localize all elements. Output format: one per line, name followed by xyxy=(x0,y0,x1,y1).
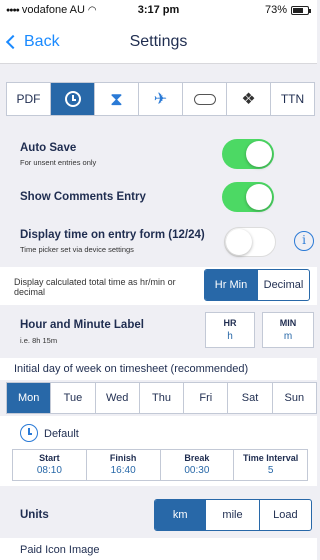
auto-save-sub: For unsent entries only xyxy=(20,158,97,167)
option-km[interactable]: km xyxy=(155,500,207,530)
min-head: MIN xyxy=(279,318,297,328)
units-segmented: km mile Load xyxy=(154,499,312,531)
units-label: Units xyxy=(20,509,49,521)
hr-value: h xyxy=(227,331,233,342)
info-icon[interactable]: i xyxy=(294,231,314,251)
day-fri[interactable]: Fri xyxy=(184,383,229,413)
show-comments-toggle[interactable] xyxy=(222,182,274,212)
battery-fill xyxy=(293,7,303,13)
display-time-toggle[interactable] xyxy=(224,227,276,257)
clock-icon xyxy=(20,424,38,442)
battery-info: 73% xyxy=(264,4,311,16)
calc-total-label: Display calculated total time as hr/min … xyxy=(14,277,176,297)
day-wed[interactable]: Wed xyxy=(96,383,140,413)
day-mon[interactable]: Mon xyxy=(7,383,52,413)
dropbox-icon: ❖ xyxy=(241,91,256,108)
day-tue[interactable]: Tue xyxy=(51,383,96,413)
paid-icon-label: Paid Icon Image xyxy=(20,544,100,556)
calc-total-row: Display calculated total time as hr/min … xyxy=(0,267,317,305)
interval-head: Time Interval xyxy=(242,453,299,463)
min-label-field[interactable]: MIN m xyxy=(262,312,314,348)
hour-minute-sub: i.e. 8h 15m xyxy=(20,336,58,345)
page-title: Settings xyxy=(129,33,188,50)
display-time-sub: Time picker set via device settings xyxy=(20,245,134,254)
tab-airplane[interactable]: ✈ xyxy=(139,83,183,115)
auto-save-toggle[interactable] xyxy=(222,139,274,169)
toggle-knob xyxy=(246,184,272,210)
day-sun[interactable]: Sun xyxy=(273,383,316,413)
start-head: Start xyxy=(39,453,60,463)
hourglass-icon: ⧗ xyxy=(110,88,123,109)
option-decimal[interactable]: Decimal xyxy=(258,270,309,300)
show-comments-row: Show Comments Entry xyxy=(0,180,317,216)
tab-dropbox[interactable]: ❖ xyxy=(227,83,271,115)
status-bar: ●●●● vodafone AU ◠ 3:17 pm 73% xyxy=(0,0,317,20)
toggle-knob xyxy=(226,229,252,255)
tab-ttn-label: TTN xyxy=(280,92,305,106)
calc-total-segmented: Hr Min Decimal xyxy=(204,269,310,301)
units-row: Units km mile Load xyxy=(0,494,317,536)
finish-time-field[interactable]: Finish 16:40 xyxy=(87,450,161,480)
display-time-row: Display time on entry form (12/24) Time … xyxy=(0,222,317,262)
default-label: Default xyxy=(44,428,79,440)
day-thu[interactable]: Thu xyxy=(140,383,185,413)
day-of-week-selector: Mon Tue Wed Thu Fri Sat Sun xyxy=(6,382,317,414)
interval-value: 5 xyxy=(267,465,274,476)
time-interval-field[interactable]: Time Interval 5 xyxy=(234,450,307,480)
finish-value: 16:40 xyxy=(110,465,136,476)
tab-cloud[interactable] xyxy=(183,83,227,115)
default-times-table: Start 08:10 Finish 16:40 Break 00:30 Tim… xyxy=(12,449,308,481)
battery-icon xyxy=(291,5,311,15)
tab-pdf[interactable]: PDF xyxy=(7,83,51,115)
display-time-label: Display time on entry form (12/24) xyxy=(20,229,205,241)
hour-minute-label: Hour and Minute Label xyxy=(20,319,144,331)
break-head: Break xyxy=(184,453,210,463)
export-options-bar: PDF ⧗ ✈ ❖ TTN xyxy=(0,70,317,128)
battery-percent: 73% xyxy=(264,4,287,16)
auto-save-row: Auto Save For unsent entries only xyxy=(0,135,317,175)
navigation-bar: Back Settings xyxy=(0,20,317,64)
start-value: 08:10 xyxy=(36,465,62,476)
option-mile[interactable]: mile xyxy=(206,500,260,530)
hour-minute-row: Hour and Minute Label i.e. 8h 15m HR h M… xyxy=(0,308,317,358)
show-comments-label: Show Comments Entry xyxy=(20,191,146,203)
initial-day-header: Initial day of week on timesheet (recomm… xyxy=(0,358,317,380)
tab-hourglass[interactable]: ⧗ xyxy=(95,83,139,115)
break-value: 00:30 xyxy=(184,465,210,476)
initial-day-label: Initial day of week on timesheet (recomm… xyxy=(14,363,249,375)
toggle-knob xyxy=(246,141,272,167)
option-hr-min[interactable]: Hr Min xyxy=(205,270,258,300)
start-time-field[interactable]: Start 08:10 xyxy=(13,450,87,480)
tab-ttn[interactable]: TTN xyxy=(271,83,314,115)
finish-head: Finish xyxy=(109,453,137,463)
min-value: m xyxy=(283,331,293,342)
break-time-field[interactable]: Break 00:30 xyxy=(161,450,235,480)
tab-clock[interactable] xyxy=(51,83,95,115)
auto-save-label: Auto Save xyxy=(20,142,77,154)
tab-pdf-label: PDF xyxy=(16,92,41,106)
hr-label-field[interactable]: HR h xyxy=(205,312,255,348)
cloud-icon xyxy=(193,93,216,105)
airplane-icon: ✈ xyxy=(153,91,168,108)
day-sat[interactable]: Sat xyxy=(228,383,273,413)
export-tabs: PDF ⧗ ✈ ❖ TTN xyxy=(6,82,315,116)
option-load[interactable]: Load xyxy=(260,500,311,530)
paid-icon-row: Paid Icon Image xyxy=(0,538,317,560)
clock-icon xyxy=(64,91,81,107)
hr-head: HR xyxy=(223,318,237,328)
